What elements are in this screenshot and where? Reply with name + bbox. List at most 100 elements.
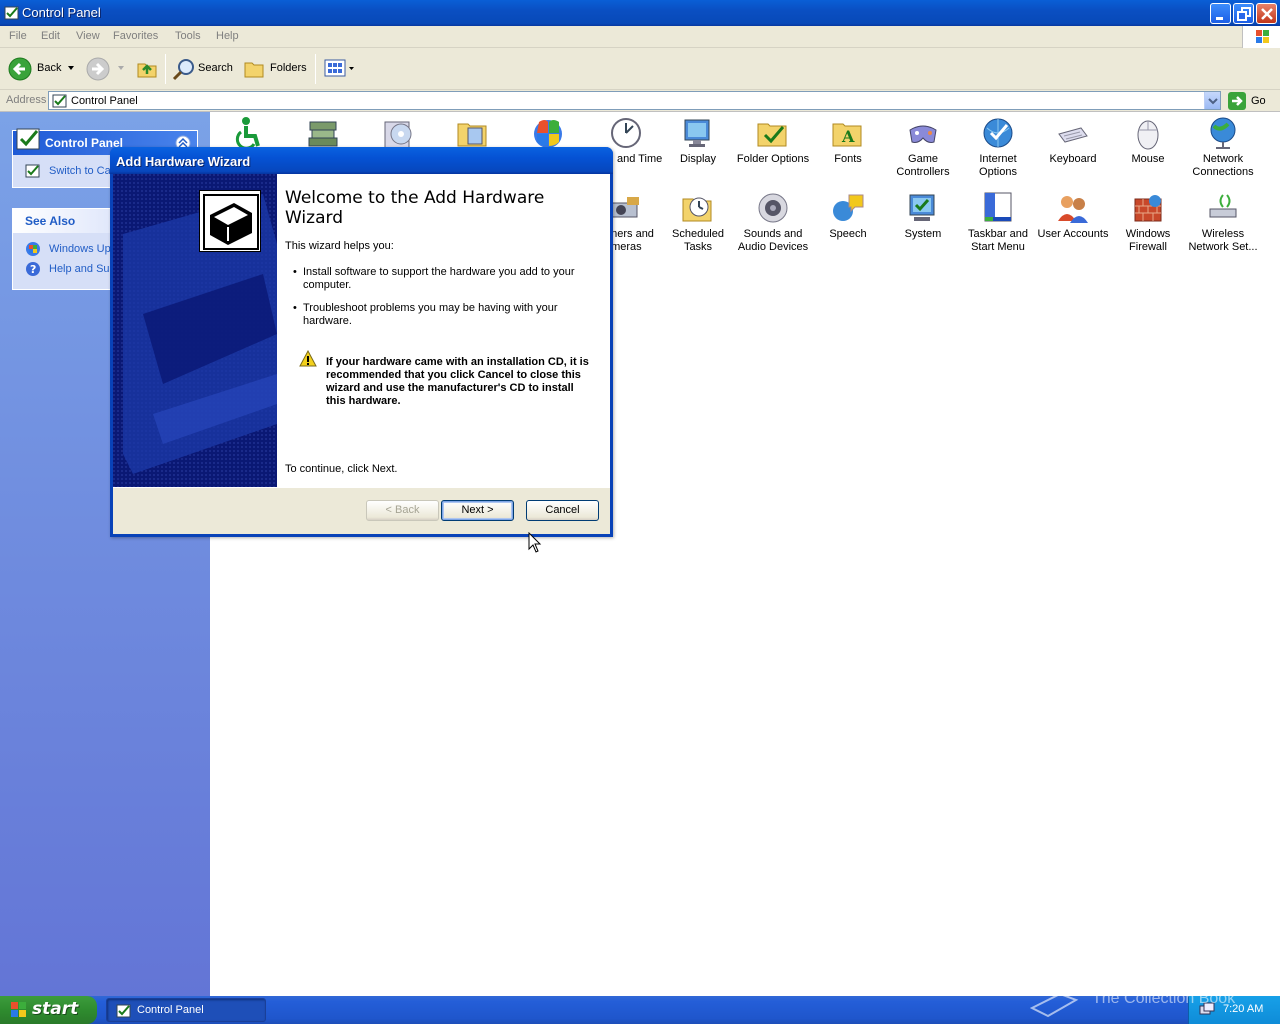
speech-icon [831,191,865,225]
cp-item-sounds[interactable]: Sounds and Audio Devices [735,191,811,254]
firewall-icon [1131,191,1165,225]
cp-item-user-accounts[interactable]: User Accounts [1035,191,1111,241]
menu-bar: File Edit View Favorites Tools Help [0,26,1280,48]
cp-item-scheduled-tasks[interactable]: Scheduled Tasks [660,191,736,254]
cp-item-internet-options[interactable]: Internet Options [960,116,1036,179]
control-panel-icon [16,128,40,150]
cp-item-fonts[interactable]: A Fonts [810,116,886,166]
next-button[interactable]: Next > [441,500,514,521]
folders-label: Folders [270,62,307,74]
back-button[interactable]: Back [8,56,78,82]
menu-file[interactable]: File [9,30,27,42]
windows-logo-icon [11,1002,26,1017]
control-panel-icon [52,94,67,108]
cp-item-windows-firewall[interactable]: Windows Firewall [1110,191,1186,254]
cp-item-label: Mouse [1131,153,1165,165]
add-hardware-wizard-dialog: Add Hardware Wizard Welcome to the Add H… [110,147,613,537]
up-folder-icon [137,63,157,78]
wizard-continue: To continue, click Next. [285,463,398,475]
svg-text:A: A [841,127,855,146]
toolbar: Back Search Folders [0,48,1280,90]
address-input[interactable]: Control Panel [48,91,1221,110]
start-button[interactable]: start [0,996,97,1024]
cp-item-label: Taskbar and Start Menu [968,228,1028,253]
cancel-button[interactable]: Cancel [526,500,599,521]
watermark-text: The Collection Book [1092,990,1236,1007]
dialog-footer: < Back Next > Cancel [113,487,610,534]
mouse-icon [1131,116,1165,150]
menu-tools[interactable]: Tools [175,30,201,42]
menu-favorites[interactable]: Favorites [113,30,158,42]
cp-item-folder-options[interactable]: Folder Options [735,116,811,166]
cp-item-mouse[interactable]: Mouse [1110,116,1186,166]
game-controllers-icon [906,116,940,150]
cp-item-keyboard[interactable]: Keyboard [1035,116,1111,166]
close-button[interactable] [1256,3,1277,24]
cp-item-label: Windows Firewall [1125,228,1171,253]
views-button[interactable] [323,56,357,82]
menu-edit[interactable]: Edit [41,30,60,42]
system-icon [906,191,940,225]
keyboard-icon [1056,116,1090,150]
cp-item-label: Sounds and Audio Devices [737,228,809,253]
date-time-icon [609,116,643,150]
scheduled-tasks-icon [681,191,715,225]
back-label: Back [37,62,62,74]
dialog-title: Add Hardware Wizard [110,147,613,174]
help-icon: ? [26,262,40,276]
book-logo-icon [1030,992,1079,1018]
cp-item-label: Scheduled Tasks [672,228,724,253]
cp-item-label: Display [679,153,717,165]
forward-button[interactable] [86,56,126,82]
automatic-updates-icon [531,116,565,150]
taskbar-item-label: Control Panel [137,1004,204,1016]
cp-item-network-connections[interactable]: Network Connections [1185,116,1261,179]
windows-logo-icon [1242,26,1280,48]
add-hardware-icon [306,116,340,150]
cp-item-display[interactable]: Display [660,116,736,166]
cp-item-wireless-network[interactable]: Wireless Network Set... [1185,191,1261,254]
window-title: Control Panel [22,5,101,20]
svg-text:?: ? [30,263,36,276]
minimize-button[interactable] [1210,3,1231,24]
user-accounts-icon [1056,191,1090,225]
control-panel-icon [4,6,19,20]
folders-icon [244,62,264,78]
restore-button[interactable] [1233,3,1254,24]
cp-item-system[interactable]: System [885,191,961,241]
folders-button[interactable]: Folders [243,56,309,82]
cp-item-label: User Accounts [1037,228,1109,240]
up-folder-button[interactable] [136,56,160,82]
internet-options-icon [981,116,1015,150]
address-dropdown-button[interactable] [1204,92,1220,109]
search-button[interactable]: Search [172,56,234,82]
fonts-icon: A [831,116,865,150]
back-arrow-icon [8,57,32,81]
cp-item-label: Folder Options [736,153,810,165]
taskbar-icon [981,191,1015,225]
wizard-heading: Welcome to the Add Hardware Wizard [285,188,545,228]
wizard-bullet-text: Troubleshoot problems you may be having … [303,302,558,327]
go-button[interactable]: Go [1228,92,1278,110]
menu-view[interactable]: View [76,30,100,42]
search-icon [172,59,194,81]
cp-item-speech[interactable]: Speech [810,191,886,241]
back-wizard-button[interactable]: < Back [366,500,439,521]
chevron-down-icon [68,66,74,70]
cp-item-game-controllers[interactable]: Game Controllers [885,116,961,179]
cp-item-label: Network Connections [1192,153,1254,178]
start-label: start [32,999,79,1019]
cp-item-label: Keyboard [1049,153,1097,165]
chevron-down-icon [118,66,124,70]
cp-item-label: Game Controllers [896,153,950,178]
views-icon [324,59,354,77]
taskbar: start Control Panel 7:20 AM [0,996,1280,1024]
cp-item-label: Fonts [834,153,862,165]
taskbar-item-control-panel[interactable]: Control Panel [106,998,266,1022]
address-label: Address [6,94,47,106]
menu-help[interactable]: Help [216,30,239,42]
address-bar: Address Control Panel Go [0,90,1280,112]
cp-item-label: Wireless Network Set... [1188,228,1258,253]
cp-item-taskbar-start-menu[interactable]: Taskbar and Start Menu [960,191,1036,254]
control-panel-icon [25,164,40,178]
